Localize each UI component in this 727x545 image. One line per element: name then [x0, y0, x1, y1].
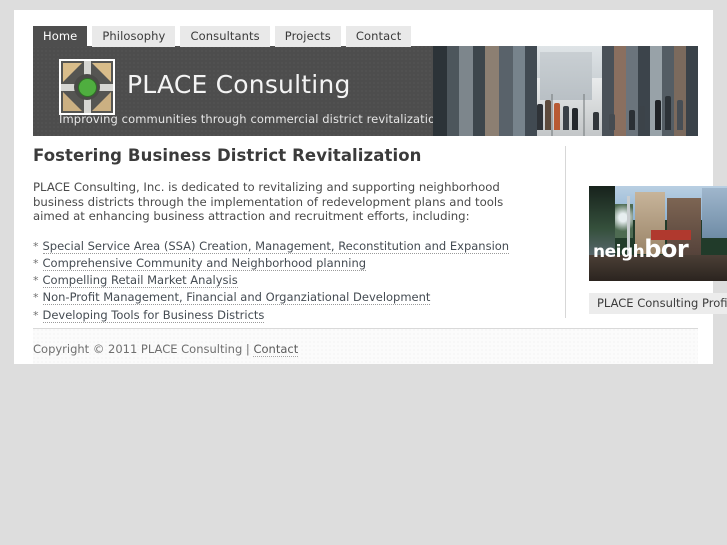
photo-pedestrian: [629, 110, 635, 130]
intro-paragraph: PLACE Consulting, Inc. is dedicated to r…: [33, 180, 504, 224]
photo-building-reflection: [702, 188, 727, 238]
content-sidebar-divider: [565, 146, 566, 318]
photo-vanishing-point: [539, 52, 592, 100]
copyright-text: Copyright © 2011 PLACE Consulting |: [33, 342, 254, 356]
tab-contact[interactable]: Contact: [345, 26, 412, 47]
primary-navigation: Home Philosophy Consultants Projects Con…: [33, 25, 412, 47]
service-link[interactable]: Non-Profit Management, Financial and Org…: [42, 290, 431, 306]
list-item: * Developing Tools for Business Districts: [33, 307, 538, 323]
tab-projects[interactable]: Projects: [274, 26, 341, 47]
photo-buildings-right: [602, 46, 698, 136]
neighbor-window-text: neighbor: [593, 235, 689, 264]
bullet-asterisk-icon: *: [33, 256, 39, 270]
banner-street-photo: [433, 46, 698, 136]
list-item: * Non-Profit Management, Financial and Or…: [33, 290, 538, 306]
list-item: * Special Service Area (SSA) Creation, Ma…: [33, 238, 538, 254]
page-container: Home Philosophy Consultants Projects Con…: [14, 10, 727, 364]
list-item: * Comprehensive Community and Neighborhoo…: [33, 255, 538, 271]
place-roundabout-logo-icon[interactable]: [59, 59, 115, 115]
sidebar: neighbor PLACE Consulting Profile: [589, 186, 727, 314]
neighbor-text-prefix: neigh: [593, 242, 645, 262]
brand-title: PLACE Consulting: [127, 70, 351, 99]
service-link[interactable]: Special Service Area (SSA) Creation, Man…: [42, 238, 510, 254]
list-item: * Compelling Retail Market Analysis: [33, 273, 538, 289]
service-link[interactable]: Comprehensive Community and Neighborhood…: [42, 255, 367, 271]
photo-pedestrian: [554, 103, 560, 130]
logo-green-circle: [77, 77, 97, 97]
photo-pedestrian: [655, 100, 661, 130]
footer-copyright: Copyright © 2011 PLACE Consulting | Cont…: [33, 342, 299, 357]
bullet-asterisk-icon: *: [33, 274, 39, 288]
photo-pedestrian: [609, 114, 615, 130]
photo-pedestrian: [563, 106, 569, 130]
main-column: Fostering Business District Revitalizati…: [33, 146, 538, 326]
tab-home[interactable]: Home: [33, 26, 88, 47]
site-header-banner: PLACE Consulting Improving communities t…: [33, 46, 698, 136]
photo-pedestrian: [537, 104, 543, 130]
bullet-asterisk-icon: *: [33, 308, 39, 322]
photo-pedestrian: [665, 96, 671, 130]
site-footer: Copyright © 2011 PLACE Consulting | Cont…: [33, 329, 698, 364]
neighbor-storefront-photo: neighbor: [589, 186, 727, 281]
bullet-asterisk-icon: *: [33, 239, 39, 253]
photo-tram-rail: [551, 94, 553, 136]
neighbor-text-suffix: bor: [644, 235, 689, 263]
tab-consultants[interactable]: Consultants: [180, 26, 270, 47]
logo-inner: [61, 61, 113, 113]
photo-pedestrian: [572, 108, 578, 130]
photo-pedestrian: [677, 100, 683, 130]
page-title: Fostering Business District Revitalizati…: [33, 146, 422, 165]
footer-contact-link[interactable]: Contact: [253, 342, 299, 357]
service-link[interactable]: Compelling Retail Market Analysis: [42, 273, 238, 289]
photo-pedestrian: [593, 112, 599, 130]
photo-pedestrian: [545, 100, 551, 130]
bullet-asterisk-icon: *: [33, 291, 39, 305]
brand-tagline: Improving communities through commercial…: [59, 112, 443, 126]
photo-tram-rail: [583, 94, 585, 136]
tab-philosophy[interactable]: Philosophy: [92, 26, 176, 47]
place-consulting-profile-button[interactable]: PLACE Consulting Profile: [589, 293, 727, 314]
photo-buildings-left: [433, 46, 537, 136]
photo-tree-reflection: [613, 204, 633, 238]
photo-pedestrian: [639, 106, 645, 130]
service-link[interactable]: Developing Tools for Business Districts: [42, 307, 265, 323]
services-list: * Special Service Area (SSA) Creation, Ma…: [33, 238, 538, 323]
